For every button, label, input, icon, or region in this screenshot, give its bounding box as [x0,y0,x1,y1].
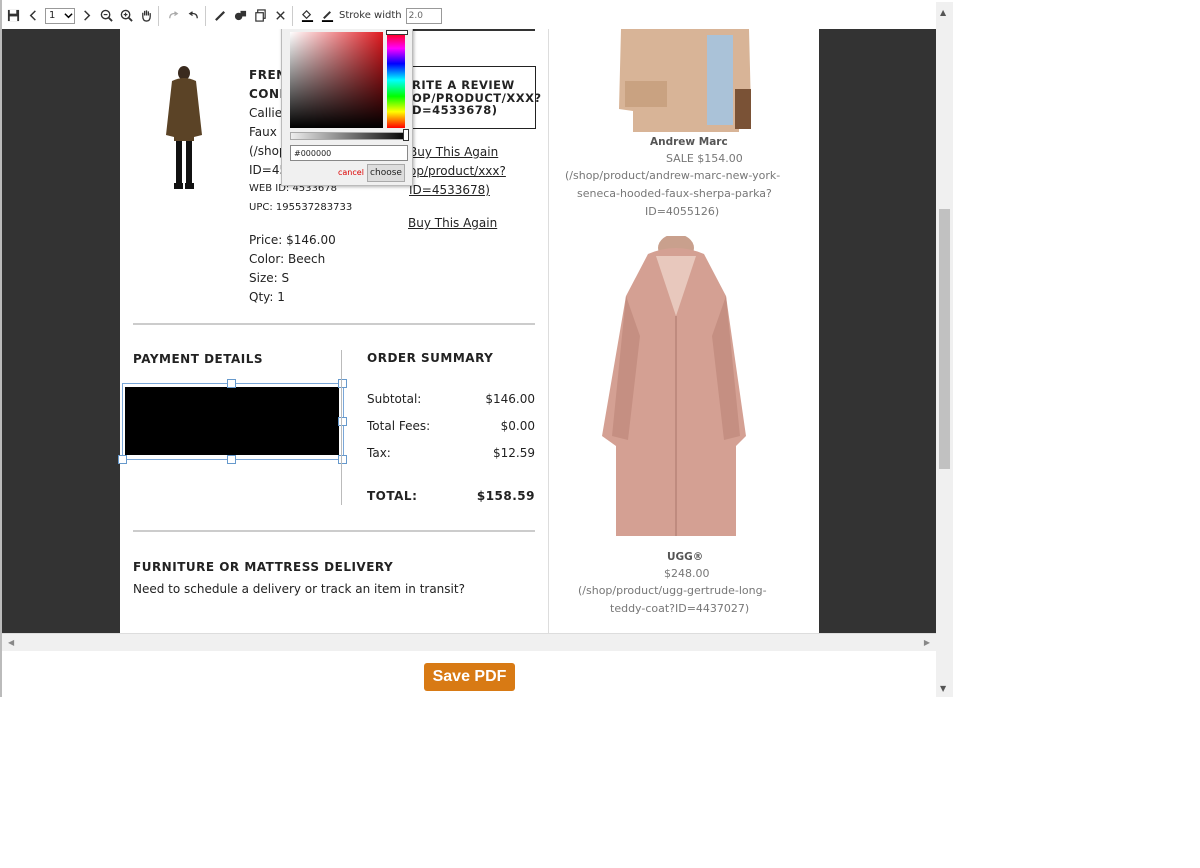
rec-link[interactable]: ID=4055126) [645,205,719,218]
delivery-heading: FURNITURE OR MATTRESS DELIVERY [133,560,394,574]
next-page-icon[interactable] [77,7,95,25]
rec-brand: Andrew Marc [650,136,728,148]
item-title-line2: CONI [249,87,285,101]
save-pdf-button[interactable]: Save PDF [424,663,515,691]
review-text: D=4533678) [412,103,498,117]
rec-price: SALE $154.00 [666,152,743,165]
hex-input[interactable]: #000000 [290,145,408,161]
picker-choose-button[interactable]: choose [367,164,405,182]
resize-handle[interactable] [338,417,347,426]
item-size: Size: S [249,271,290,285]
saturation-value-area[interactable] [290,32,383,128]
page-number: 1 [49,10,56,21]
document-viewer[interactable]: FREN CONI Callie Faux (/shop ID=45 WEB I… [2,29,936,633]
summary-heading: ORDER SUMMARY [367,351,494,365]
stroke-color-icon[interactable] [318,7,336,25]
total-label: TOTAL: [367,489,418,503]
stroke-width-label: Stroke width [339,10,402,21]
alpha-handle[interactable] [403,129,409,141]
product-link[interactable]: op/product/xxx? [409,164,506,178]
rec-link[interactable]: teddy-coat?ID=4437027) [610,602,749,615]
item-price: Price: $146.00 [249,233,336,247]
scroll-down-icon[interactable]: ▼ [940,684,946,693]
review-box-top-border [407,29,535,31]
scroll-up-icon[interactable]: ▲ [940,8,946,17]
resize-handle[interactable] [227,379,236,388]
item-color: Color: Beech [249,252,326,266]
zoom-in-icon[interactable] [117,7,135,25]
toolbar-divider [292,5,293,26]
column-divider [548,29,549,633]
fees-label: Total Fees: [367,419,431,433]
resize-handle[interactable] [227,455,236,464]
resize-handle[interactable] [338,379,347,388]
hue-handle[interactable] [386,30,408,35]
save-icon[interactable] [4,7,22,25]
item-qty: Qty: 1 [249,290,285,304]
payment-heading: PAYMENT DETAILS [133,352,264,366]
divider [133,530,535,532]
subtotal-label: Subtotal: [367,392,422,406]
hand-tool-icon[interactable] [137,7,155,25]
scroll-right-icon[interactable]: ▶ [924,638,930,647]
shapes-icon[interactable] [231,7,249,25]
chevron-down-icon [64,13,73,19]
color-picker: #000000 cancel choose [281,29,413,186]
total-value: $158.59 [476,489,535,503]
rec-link[interactable]: (/shop/product/ugg-gertrude-long- [578,584,767,597]
undo-icon[interactable] [184,7,202,25]
alpha-slider[interactable] [290,132,409,140]
redo-icon[interactable] [164,7,182,25]
rec-brand: UGG® [667,551,704,563]
selection-outline [122,383,344,460]
pdf-page: FREN CONI Callie Faux (/shop ID=45 WEB I… [118,29,819,633]
stroke-width-input[interactable]: 2.0 [405,7,442,24]
recommended-product-image [602,236,746,536]
fees-value: $0.00 [500,419,535,433]
close-icon[interactable] [271,7,289,25]
column-divider [341,350,342,505]
hue-slider[interactable] [387,32,405,128]
toolbar: 1 Stroke width 2.0 [2,2,936,30]
horizontal-scrollbar[interactable]: ◀ ▶ [2,633,936,651]
review-text: RITE A REVIEW [412,78,515,92]
toolbar-divider [205,5,206,26]
zoom-out-icon[interactable] [97,7,115,25]
buy-again-link[interactable]: Buy This Again [408,216,497,230]
pencil-icon[interactable] [211,7,229,25]
copy-icon[interactable] [251,7,269,25]
vertical-scrollbar[interactable]: ▲ ▼ [936,2,953,697]
rec-link[interactable]: (/shop/product/andrew-marc-new-york- [565,169,780,182]
buy-again-link[interactable]: Buy This Again [409,145,498,159]
tax-label: Tax: [367,446,391,460]
picker-cancel-link[interactable]: cancel [338,168,364,177]
page-select[interactable]: 1 [45,7,75,24]
item-upc: UPC: 195537283733 [249,202,353,213]
divider [133,323,535,325]
item-detail: Callie [249,106,283,120]
resize-handle[interactable] [338,455,347,464]
resize-handle[interactable] [118,455,127,464]
scroll-left-icon[interactable]: ◀ [8,638,14,647]
subtotal-value: $146.00 [485,392,535,406]
tax-value: $12.59 [493,446,535,460]
toolbar-divider [158,5,159,26]
prev-page-icon[interactable] [24,7,42,25]
rec-link[interactable]: seneca-hooded-faux-sherpa-parka? [577,187,772,200]
delivery-text: Need to schedule a delivery or track an … [133,582,465,596]
item-detail: Faux [249,125,277,139]
fill-color-icon[interactable] [298,7,316,25]
pdf-editor-frame: 1 Stroke width 2.0 FREN CONI Callie Faux… [0,0,953,697]
scrollbar-thumb[interactable] [939,209,950,469]
product-image [166,66,202,189]
recommended-product-image [615,29,755,132]
rec-price: $248.00 [664,567,710,580]
product-link[interactable]: ID=4533678) [409,183,490,197]
